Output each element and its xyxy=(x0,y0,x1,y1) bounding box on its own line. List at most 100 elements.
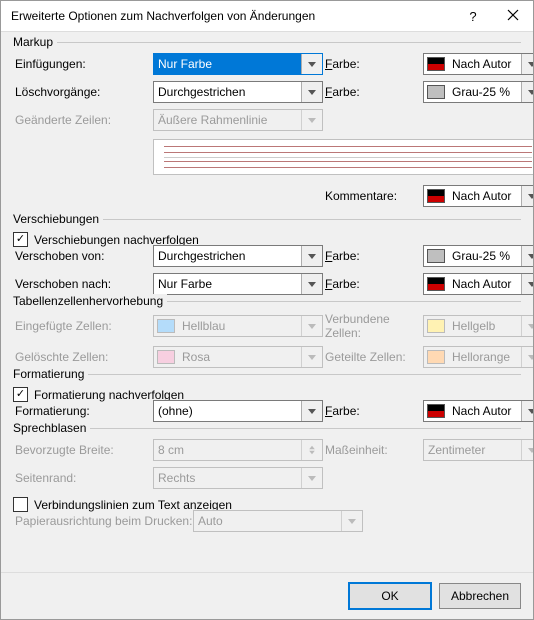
chevron-down-icon xyxy=(301,82,322,102)
label-moved-to-color: Farbe: xyxy=(323,277,423,291)
combo-moved-to-value: Nur Farbe xyxy=(154,274,301,294)
combo-deleted-cells: Rosa xyxy=(153,346,323,368)
chevron-down-icon xyxy=(301,468,322,488)
chevron-down-icon xyxy=(301,401,322,421)
chevron-down-icon xyxy=(301,110,322,130)
label-inserted-cells: Eingefügte Zellen: xyxy=(13,319,153,333)
combo-insertions-color[interactable]: Nach Autor xyxy=(423,53,533,75)
titlebar: Erweiterte Optionen zum Nachverfolgen vo… xyxy=(1,1,533,32)
group-balloons-legend: Sprechblasen xyxy=(13,421,90,435)
group-formatting: Formatierung ✓ Formatierung nachverfolge… xyxy=(13,374,521,422)
label-insertions: Einfügungen: xyxy=(13,57,153,71)
combo-deletions-color-value: Grau-25 % xyxy=(448,82,521,102)
combo-print-orientation-value: Auto xyxy=(194,511,341,531)
dialog-title: Erweiterte Optionen zum Nachverfolgen vo… xyxy=(11,9,453,23)
color-swatch-icon xyxy=(424,82,448,102)
combo-insertions-value: Nur Farbe xyxy=(154,54,301,74)
chevron-down-icon xyxy=(521,246,533,266)
changed-lines-preview xyxy=(153,139,533,175)
chevron-down-icon xyxy=(301,347,322,367)
chevron-down-icon xyxy=(521,347,533,367)
group-markup-legend: Markup xyxy=(13,35,57,49)
close-button[interactable] xyxy=(493,1,533,31)
combo-comments[interactable]: Nach Autor xyxy=(423,185,533,207)
spinner-arrows-icon xyxy=(301,440,322,460)
label-formatting-color: Farbe: xyxy=(323,404,423,418)
combo-moved-to[interactable]: Nur Farbe xyxy=(153,273,323,295)
combo-moved-from-color-value: Grau-25 % xyxy=(448,246,521,266)
label-formatting: Formatierung: xyxy=(13,404,153,418)
combo-changed-lines-value: Äußere Rahmenlinie xyxy=(154,110,301,130)
combo-margin-value: Rechts xyxy=(154,468,301,488)
group-table-cells: Tabellenzellenhervorhebung Eingefügte Ze… xyxy=(13,301,521,368)
combo-merged-cells: Hellgelb xyxy=(423,315,533,337)
close-icon xyxy=(507,9,519,24)
combo-insertions[interactable]: Nur Farbe xyxy=(153,53,323,75)
chevron-down-icon xyxy=(521,274,533,294)
chevron-down-icon xyxy=(301,246,322,266)
color-swatch-icon xyxy=(424,347,448,367)
combo-moved-from[interactable]: Durchgestrichen xyxy=(153,245,323,267)
combo-measure-unit: Zentimeter xyxy=(423,439,533,461)
label-moved-to: Verschoben nach: xyxy=(13,277,153,291)
combo-moved-to-color[interactable]: Nach Autor xyxy=(423,273,533,295)
checkmark-icon: ✓ xyxy=(13,387,28,402)
combo-deletions[interactable]: Durchgestrichen xyxy=(153,81,323,103)
ok-button[interactable]: OK xyxy=(349,583,431,609)
chevron-down-icon xyxy=(521,54,533,74)
chevron-down-icon xyxy=(341,511,362,531)
color-swatch-icon xyxy=(424,54,448,74)
color-swatch-icon xyxy=(424,274,448,294)
label-deletions: Löschvorgänge: xyxy=(13,85,153,99)
combo-inserted-cells: Hellblau xyxy=(153,315,323,337)
chevron-down-icon xyxy=(301,316,322,336)
combo-changed-lines: Äußere Rahmenlinie xyxy=(153,109,323,131)
label-deleted-cells: Gelöschte Zellen: xyxy=(13,350,153,364)
combo-formatting[interactable]: (ohne) xyxy=(153,400,323,422)
cancel-button[interactable]: Abbrechen xyxy=(439,583,521,609)
checkbox-icon xyxy=(13,497,28,512)
checkmark-icon: ✓ xyxy=(13,232,28,247)
combo-margin: Rechts xyxy=(153,467,323,489)
combo-deletions-color[interactable]: Grau-25 % xyxy=(423,81,533,103)
chevron-down-icon xyxy=(521,82,533,102)
group-formatting-legend: Formatierung xyxy=(13,367,88,381)
combo-comments-value: Nach Autor xyxy=(448,186,521,206)
combo-moved-from-value: Durchgestrichen xyxy=(154,246,301,266)
chevron-down-icon xyxy=(521,316,533,336)
chevron-down-icon xyxy=(301,54,322,74)
chevron-down-icon xyxy=(301,274,322,294)
color-swatch-icon xyxy=(154,316,178,336)
color-swatch-icon xyxy=(154,347,178,367)
spinner-preferred-width: 8 cm xyxy=(153,439,323,461)
combo-moved-from-color[interactable]: Grau-25 % xyxy=(423,245,533,267)
combo-formatting-color[interactable]: Nach Autor xyxy=(423,400,533,422)
combo-split-cells-value: Hellorange xyxy=(448,347,521,367)
color-swatch-icon xyxy=(424,316,448,336)
combo-measure-unit-value: Zentimeter xyxy=(424,440,521,460)
chevron-down-icon xyxy=(521,186,533,206)
combo-formatting-value: (ohne) xyxy=(154,401,301,421)
combo-insertions-color-value: Nach Autor xyxy=(448,54,521,74)
help-button[interactable]: ? xyxy=(453,1,493,31)
group-moves-legend: Verschiebungen xyxy=(13,212,103,226)
label-print-orientation: Papierausrichtung beim Drucken: xyxy=(13,514,193,528)
label-comments: Kommentare: xyxy=(323,189,423,203)
color-swatch-icon xyxy=(424,186,448,206)
chevron-down-icon xyxy=(521,440,533,460)
combo-inserted-cells-value: Hellblau xyxy=(178,316,301,336)
label-moved-from: Verschoben von: xyxy=(13,249,153,263)
group-moves: Verschiebungen ✓ Verschiebungen nachverf… xyxy=(13,219,521,295)
label-insertions-color: Farbe: xyxy=(323,57,423,71)
combo-moved-to-color-value: Nach Autor xyxy=(448,274,521,294)
dialog-content: Markup Einfügungen: Nur Farbe Farbe: Nac… xyxy=(1,32,533,572)
label-moved-from-color: Farbe: xyxy=(323,249,423,263)
group-balloons: Sprechblasen Bevorzugte Breite: 8 cm Maß… xyxy=(13,428,521,532)
combo-deletions-value: Durchgestrichen xyxy=(154,82,301,102)
label-merged-cells: Verbundene Zellen: xyxy=(323,312,423,340)
combo-formatting-color-value: Nach Autor xyxy=(448,401,521,421)
color-swatch-icon xyxy=(424,401,448,421)
dialog-window: Erweiterte Optionen zum Nachverfolgen vo… xyxy=(0,0,534,620)
label-measure-unit: Maßeinheit: xyxy=(323,443,423,457)
label-preferred-width: Bevorzugte Breite: xyxy=(13,443,153,457)
